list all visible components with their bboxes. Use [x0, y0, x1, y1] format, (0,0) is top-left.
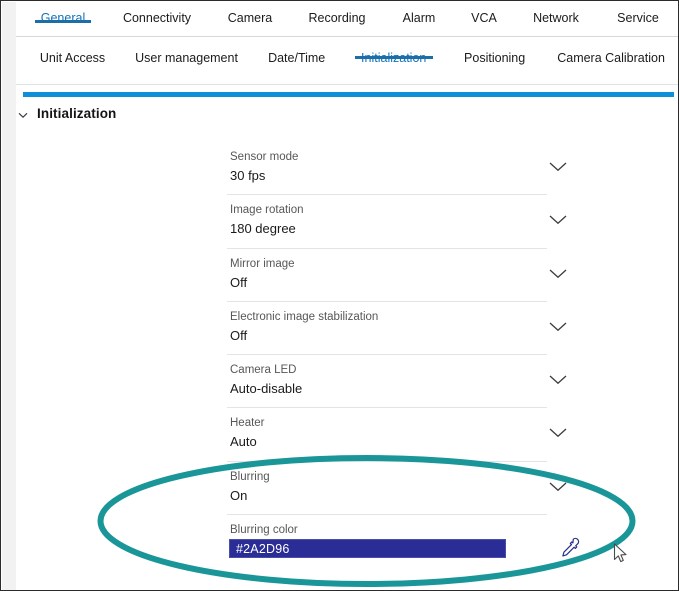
subtab-label: Positioning [464, 51, 526, 65]
setting-row-blurring[interactable]: Blurring On [227, 462, 567, 516]
tab-label: Connectivity [122, 11, 192, 25]
subtab-camera-calibration[interactable]: Camera Calibration [543, 37, 678, 65]
tab-camera[interactable]: Camera [210, 2, 290, 25]
chevron-down-icon[interactable] [547, 373, 569, 386]
setting-value: 30 fps [230, 168, 266, 183]
main-tab-bar: General Connectivity Camera Recording Alarm V… [16, 2, 678, 37]
setting-label: Electronic image stabilization [230, 310, 379, 323]
subtab-date-time[interactable]: Date/Time [252, 37, 341, 65]
tab-general[interactable]: General [22, 2, 104, 25]
subtab-user-management[interactable]: User management [121, 37, 252, 65]
setting-label: Image rotation [230, 204, 304, 217]
subtab-label: Unit Access [39, 51, 106, 65]
tab-label: Recording [308, 11, 366, 25]
tab-label: VCA [471, 11, 497, 25]
sub-tab-bar: Unit Access User management Date/Time Initi… [16, 37, 678, 85]
subtab-label: Date/Time [268, 51, 326, 65]
blurring-color-swatch[interactable]: #2A2D96 [229, 539, 506, 559]
subtab-unit-access[interactable]: Unit Access [24, 37, 121, 65]
setting-label: Heater [230, 417, 265, 430]
tab-label: General [40, 11, 86, 25]
setting-label: Blurring [230, 470, 270, 483]
tab-service[interactable]: Service [598, 2, 678, 25]
subtab-positioning[interactable]: Positioning [446, 37, 543, 65]
setting-row-sensor-mode[interactable]: Sensor mode 30 fps [227, 142, 567, 196]
setting-value: Auto [230, 434, 257, 450]
chevron-down-icon [17, 108, 29, 120]
mouse-cursor-icon [613, 543, 629, 565]
setting-value: Auto-disable [230, 381, 303, 397]
chevron-down-icon[interactable] [547, 160, 569, 173]
tab-recording[interactable]: Recording [290, 2, 384, 25]
section-title: Initialization [37, 106, 117, 121]
setting-label: Sensor mode [230, 151, 299, 163]
tab-label: Network [533, 11, 579, 25]
setting-row-blurring-color[interactable]: Blurring color #2A2D96 [227, 515, 580, 568]
setting-value: Off [230, 274, 248, 290]
setting-value: Off [230, 327, 248, 343]
tab-vca[interactable]: VCA [454, 2, 514, 25]
setting-row-heater[interactable]: Heater Auto [227, 408, 567, 462]
setting-row-electronic-image-stabilization[interactable]: Electronic image stabilization Off [227, 302, 567, 356]
subtab-label: User management [135, 51, 238, 65]
tab-alarm[interactable]: Alarm [384, 2, 454, 25]
section-header-initialization[interactable]: Initialization [17, 106, 116, 121]
setting-label: Camera LED [230, 364, 297, 377]
setting-label: Blurring color [230, 524, 298, 537]
chevron-down-icon[interactable] [547, 320, 569, 333]
chevron-down-icon[interactable] [547, 213, 569, 226]
chevron-down-icon[interactable] [547, 480, 569, 493]
setting-row-image-rotation[interactable]: Image rotation 180 degree [227, 195, 567, 249]
tab-label: Service [617, 11, 659, 25]
tab-connectivity[interactable]: Connectivity [104, 2, 210, 25]
chevron-down-icon[interactable] [547, 426, 569, 439]
eyedropper-icon[interactable] [557, 535, 583, 561]
setting-value: On [230, 487, 248, 503]
setting-label: Mirror image [230, 257, 295, 270]
camera-settings-page: General Connectivity Camera Recording Alarm V… [0, 0, 679, 591]
subtab-initialization[interactable]: Initialization [341, 37, 446, 65]
chevron-down-icon[interactable] [547, 267, 569, 280]
setting-value: 180 degree [230, 221, 296, 237]
tab-network[interactable]: Network [514, 2, 598, 25]
setting-row-camera-led[interactable]: Camera LED Auto-disable [227, 355, 567, 409]
accent-rule [23, 92, 674, 97]
left-chrome-rail [2, 2, 17, 590]
settings-list: Sensor mode 30 fps Image rotation 180 degre… [227, 142, 580, 568]
subtab-label: Initialization [361, 51, 427, 65]
tab-label: Camera [227, 11, 273, 25]
setting-row-mirror-image[interactable]: Mirror image Off [227, 249, 567, 302]
blurring-color-value: #2A2D96 [236, 541, 290, 556]
tab-label: Alarm [402, 11, 436, 25]
subtab-label: Camera Calibration [557, 51, 665, 65]
